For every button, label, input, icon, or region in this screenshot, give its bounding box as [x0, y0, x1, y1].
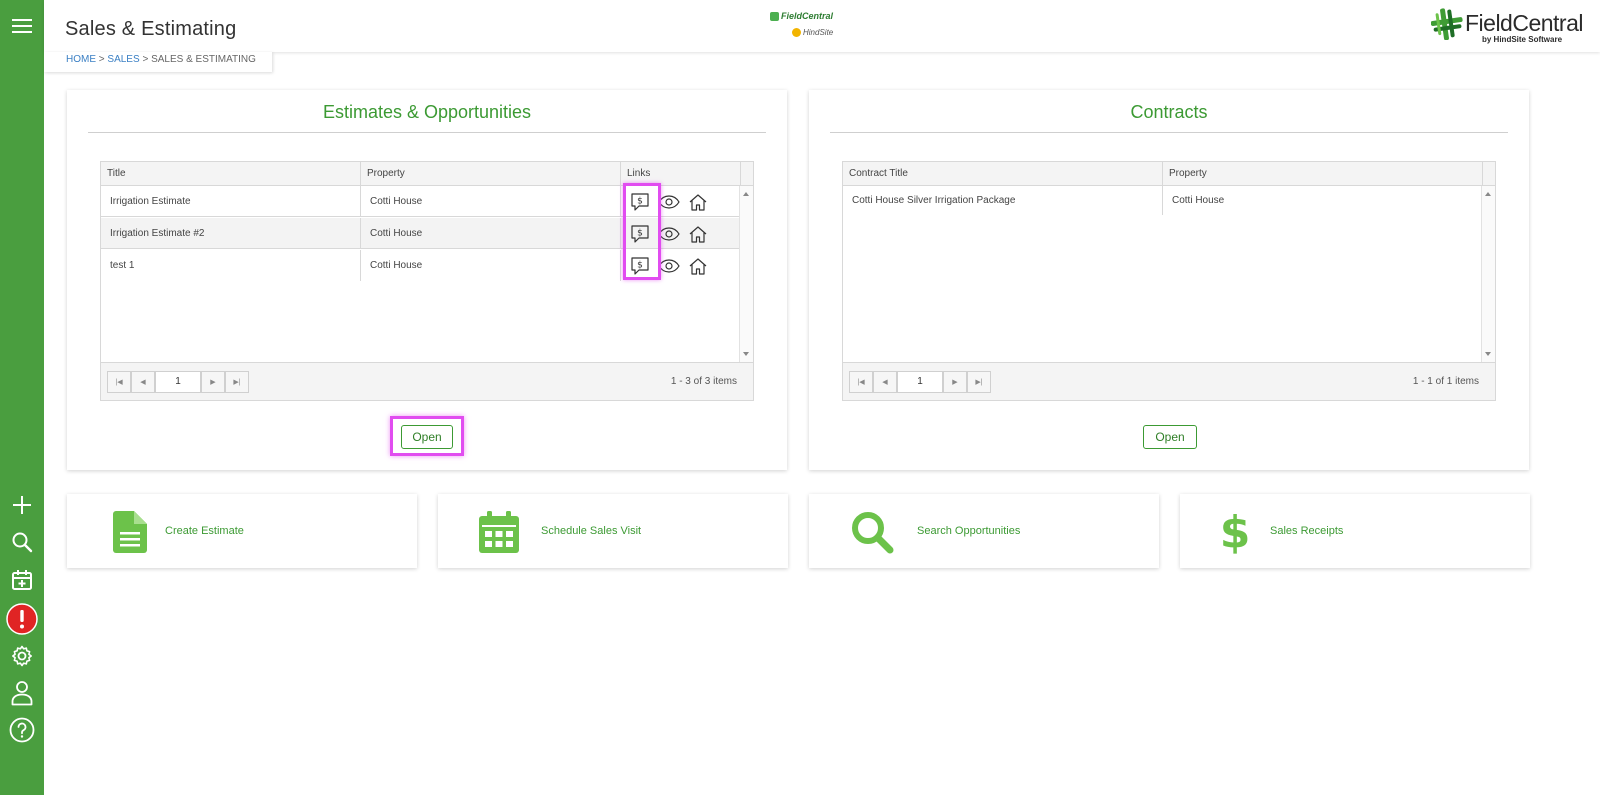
- tile-label: Schedule Sales Visit: [541, 525, 642, 537]
- next-page-button[interactable]: ▶: [943, 371, 967, 393]
- brand-name: FieldCentral: [1465, 10, 1584, 36]
- vertical-scrollbar[interactable]: [1481, 186, 1495, 362]
- menu-icon[interactable]: [6, 10, 38, 42]
- tile-label: Create Estimate: [165, 525, 244, 537]
- open-contract-button[interactable]: Open: [1143, 425, 1197, 449]
- estimate-dollar-icon[interactable]: $: [628, 190, 652, 214]
- property-home-icon[interactable]: [686, 190, 710, 214]
- dollar-icon: $: [1210, 509, 1260, 555]
- svg-text:$: $: [637, 260, 643, 270]
- open-estimate-button[interactable]: Open: [401, 425, 453, 449]
- table-row[interactable]: Cotti House Silver Irrigation Package Co…: [843, 186, 1483, 215]
- row-property: Cotti House: [1172, 195, 1225, 206]
- search-opportunities-tile[interactable]: Search Opportunities: [809, 494, 1159, 568]
- grid-pager: |◀ ◀ 1 ▶ ▶| 1 - 3 of 3 items: [101, 362, 753, 400]
- tile-label: Search Opportunities: [917, 525, 1021, 537]
- breadcrumb-sales[interactable]: SALES: [107, 54, 139, 65]
- estimates-panel-title: Estimates & Opportunities: [322, 102, 532, 122]
- gear-icon[interactable]: [6, 640, 38, 672]
- scroll-up-icon[interactable]: [743, 192, 749, 196]
- page-number-input[interactable]: 1: [155, 371, 201, 393]
- breadcrumb-separator: >: [98, 54, 105, 65]
- vertical-scrollbar[interactable]: [739, 186, 753, 362]
- user-icon[interactable]: [6, 677, 38, 709]
- view-eye-icon[interactable]: [657, 190, 681, 214]
- last-page-button[interactable]: ▶|: [225, 371, 249, 393]
- svg-text:$: $: [637, 228, 643, 238]
- hindsite-mark-icon: [792, 28, 801, 37]
- create-estimate-tile[interactable]: Create Estimate: [67, 494, 417, 568]
- pager-info: 1 - 3 of 3 items: [670, 376, 737, 387]
- left-sidebar: [0, 0, 44, 795]
- estimates-panel: Estimates & Opportunities Title Property…: [67, 90, 787, 470]
- grid-header: Contract Title Property: [843, 162, 1495, 186]
- page-number-input[interactable]: 1: [897, 371, 943, 393]
- column-header-contract-title[interactable]: Contract Title: [843, 162, 1163, 185]
- column-header-property[interactable]: Property: [1163, 162, 1483, 185]
- alert-icon[interactable]: [6, 603, 38, 635]
- schedule-sales-visit-tile[interactable]: Schedule Sales Visit: [438, 494, 788, 568]
- divider: [88, 132, 766, 133]
- table-row[interactable]: Irrigation Estimate Cotti House $: [101, 186, 741, 217]
- grid-pager: |◀ ◀ 1 ▶ ▶| 1 - 1 of 1 items: [843, 362, 1495, 400]
- center-logo-bottom-text: HindSite: [803, 28, 834, 37]
- table-row[interactable]: Irrigation Estimate #2 Cotti House $: [101, 218, 741, 249]
- first-page-button[interactable]: |◀: [849, 371, 873, 393]
- table-row[interactable]: test 1 Cotti House $: [101, 250, 741, 281]
- view-eye-icon[interactable]: [657, 222, 681, 246]
- grid-header: Title Property Links: [101, 162, 753, 186]
- search-icon[interactable]: [6, 526, 38, 558]
- contracts-panel: Contracts Contract Title Property Cotti …: [809, 90, 1529, 470]
- prev-page-button[interactable]: ◀: [873, 371, 897, 393]
- contracts-grid: Contract Title Property Cotti House Silv…: [842, 161, 1496, 401]
- svg-text:$: $: [1220, 509, 1250, 555]
- calendar-add-icon[interactable]: [6, 564, 38, 596]
- brand-subtitle: by HindSite Software: [1482, 35, 1563, 44]
- breadcrumb-separator: >: [142, 54, 149, 65]
- row-property: Cotti House: [361, 250, 621, 281]
- prev-page-button[interactable]: ◀: [131, 371, 155, 393]
- svg-text:$: $: [637, 196, 643, 206]
- scroll-down-icon[interactable]: [743, 352, 749, 356]
- document-icon: [105, 509, 155, 555]
- add-icon[interactable]: [6, 489, 38, 521]
- estimates-grid: Title Property Links Irrigation Estimate…: [100, 161, 754, 401]
- brand-logo: FieldCentral by HindSite Software: [1431, 8, 1584, 44]
- fieldcentral-logo-icon: [1431, 8, 1463, 40]
- breadcrumb: HOME > SALES > SALES & ESTIMATING: [44, 52, 272, 72]
- scroll-up-icon[interactable]: [1485, 192, 1491, 196]
- breadcrumb-current: SALES & ESTIMATING: [151, 54, 256, 65]
- last-page-button[interactable]: ▶|: [967, 371, 991, 393]
- help-icon[interactable]: [6, 714, 38, 746]
- pager-info: 1 - 1 of 1 items: [1412, 376, 1479, 387]
- first-page-button[interactable]: |◀: [107, 371, 131, 393]
- estimate-dollar-icon[interactable]: $: [628, 254, 652, 278]
- contracts-panel-title: Contracts: [1130, 102, 1208, 122]
- divider: [830, 132, 1508, 133]
- row-property: Cotti House: [361, 186, 621, 217]
- row-title: Irrigation Estimate: [101, 186, 361, 217]
- center-logo: FieldCentral HindSite: [770, 11, 840, 43]
- column-header-title[interactable]: Title: [101, 162, 361, 185]
- sales-receipts-tile[interactable]: $ Sales Receipts: [1180, 494, 1530, 568]
- property-home-icon[interactable]: [686, 222, 710, 246]
- property-home-icon[interactable]: [686, 254, 710, 278]
- calendar-icon: [474, 509, 524, 555]
- next-page-button[interactable]: ▶: [201, 371, 225, 393]
- row-title: Irrigation Estimate #2: [101, 218, 361, 249]
- row-title: test 1: [101, 250, 361, 281]
- column-header-links: Links: [621, 162, 741, 185]
- row-contract-title: Cotti House Silver Irrigation Package: [843, 186, 1163, 215]
- scroll-down-icon[interactable]: [1485, 352, 1491, 356]
- magnifier-icon: [847, 509, 897, 555]
- center-logo-top-text: FieldCentral: [781, 11, 834, 21]
- column-header-property[interactable]: Property: [361, 162, 621, 185]
- estimate-dollar-icon[interactable]: $: [628, 222, 652, 246]
- page-title: Sales & Estimating: [65, 18, 237, 40]
- tile-label: Sales Receipts: [1270, 525, 1344, 537]
- row-property: Cotti House: [361, 218, 621, 249]
- view-eye-icon[interactable]: [657, 254, 681, 278]
- fieldcentral-mark-icon: [770, 11, 779, 21]
- breadcrumb-home[interactable]: HOME: [66, 54, 96, 65]
